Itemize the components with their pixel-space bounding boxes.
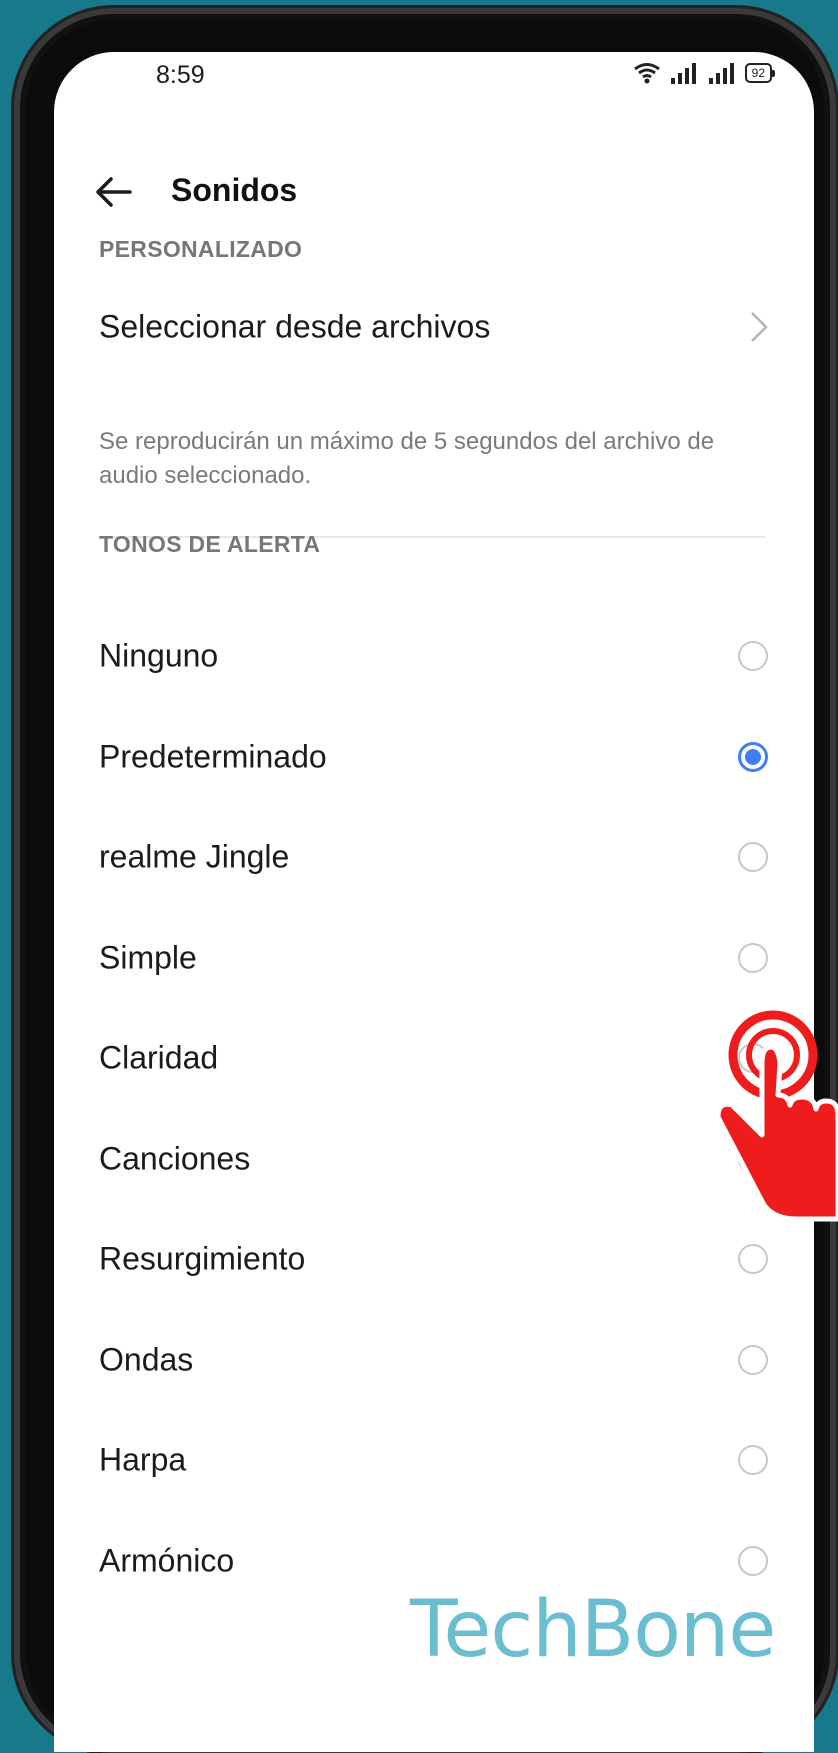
select-files-row[interactable]: Seleccionar desde archivos [54,282,814,372]
alert-tone-label: Claridad [99,1039,219,1076]
radio-unchecked[interactable] [738,1244,768,1274]
section-title-custom: PERSONALIZADO [99,236,303,262]
alert-tone-row[interactable]: Harpa [54,1415,814,1505]
alert-tone-label: Harpa [99,1441,187,1478]
alert-tone-row[interactable]: Resurgimiento [54,1214,814,1304]
page-title: Sonidos [171,172,298,208]
alert-tone-row[interactable]: realme Jingle [54,812,814,902]
tap-hand-icon [718,1010,838,1222]
alert-tone-label: Canciones [99,1140,251,1176]
chevron-right-icon [751,312,768,342]
techbone-watermark: TechBone [410,1585,776,1675]
alert-tone-label: realme Jingle [99,838,290,875]
radio-unchecked[interactable] [738,641,768,671]
wifi-icon [633,63,660,84]
select-files-hint: Se reproducirán un máximo de 5 segundos … [99,428,715,489]
alert-tone-row[interactable]: Ninguno [54,611,814,701]
section-title-alert: TONOS DE ALERTA [99,531,321,557]
signal-icon [670,63,696,84]
status-bar: 8:59 92 [54,52,814,102]
radio-unchecked[interactable] [738,1545,768,1576]
radio-unchecked[interactable] [738,1445,768,1475]
alert-tone-label: Ninguno [99,637,219,674]
alert-tone-row[interactable]: Ondas [54,1315,814,1405]
alert-tone-label: Predeterminado [99,738,327,774]
alert-tone-row[interactable]: Simple [54,913,814,1003]
alert-tone-row[interactable]: Predeterminado [54,712,814,802]
battery-icon: 92 [744,63,776,83]
alert-tone-row[interactable]: Canciones [54,1114,814,1204]
alert-tone-label: Simple [99,939,197,975]
status-icons: 92 [633,62,776,84]
alert-tone-label: Armónico [99,1542,235,1578]
phone-screen: 8:59 92 Sonidos PERSONALIZADO Selecciona… [54,52,814,1752]
signal-icon-2 [708,63,734,84]
alert-tone-label: Ondas [99,1341,194,1377]
radio-unchecked[interactable] [738,1344,768,1375]
radio-unchecked[interactable] [738,942,768,973]
radio-unchecked[interactable] [738,842,768,872]
alert-tone-row[interactable]: Claridad [54,1013,814,1103]
radio-checked[interactable] [738,741,768,772]
header: Sonidos [54,152,814,232]
select-files-label: Seleccionar desde archivos [99,308,491,345]
back-arrow-icon[interactable] [94,174,134,210]
alert-tone-label: Resurgimiento [99,1240,306,1277]
status-time: 8:59 [156,61,205,89]
